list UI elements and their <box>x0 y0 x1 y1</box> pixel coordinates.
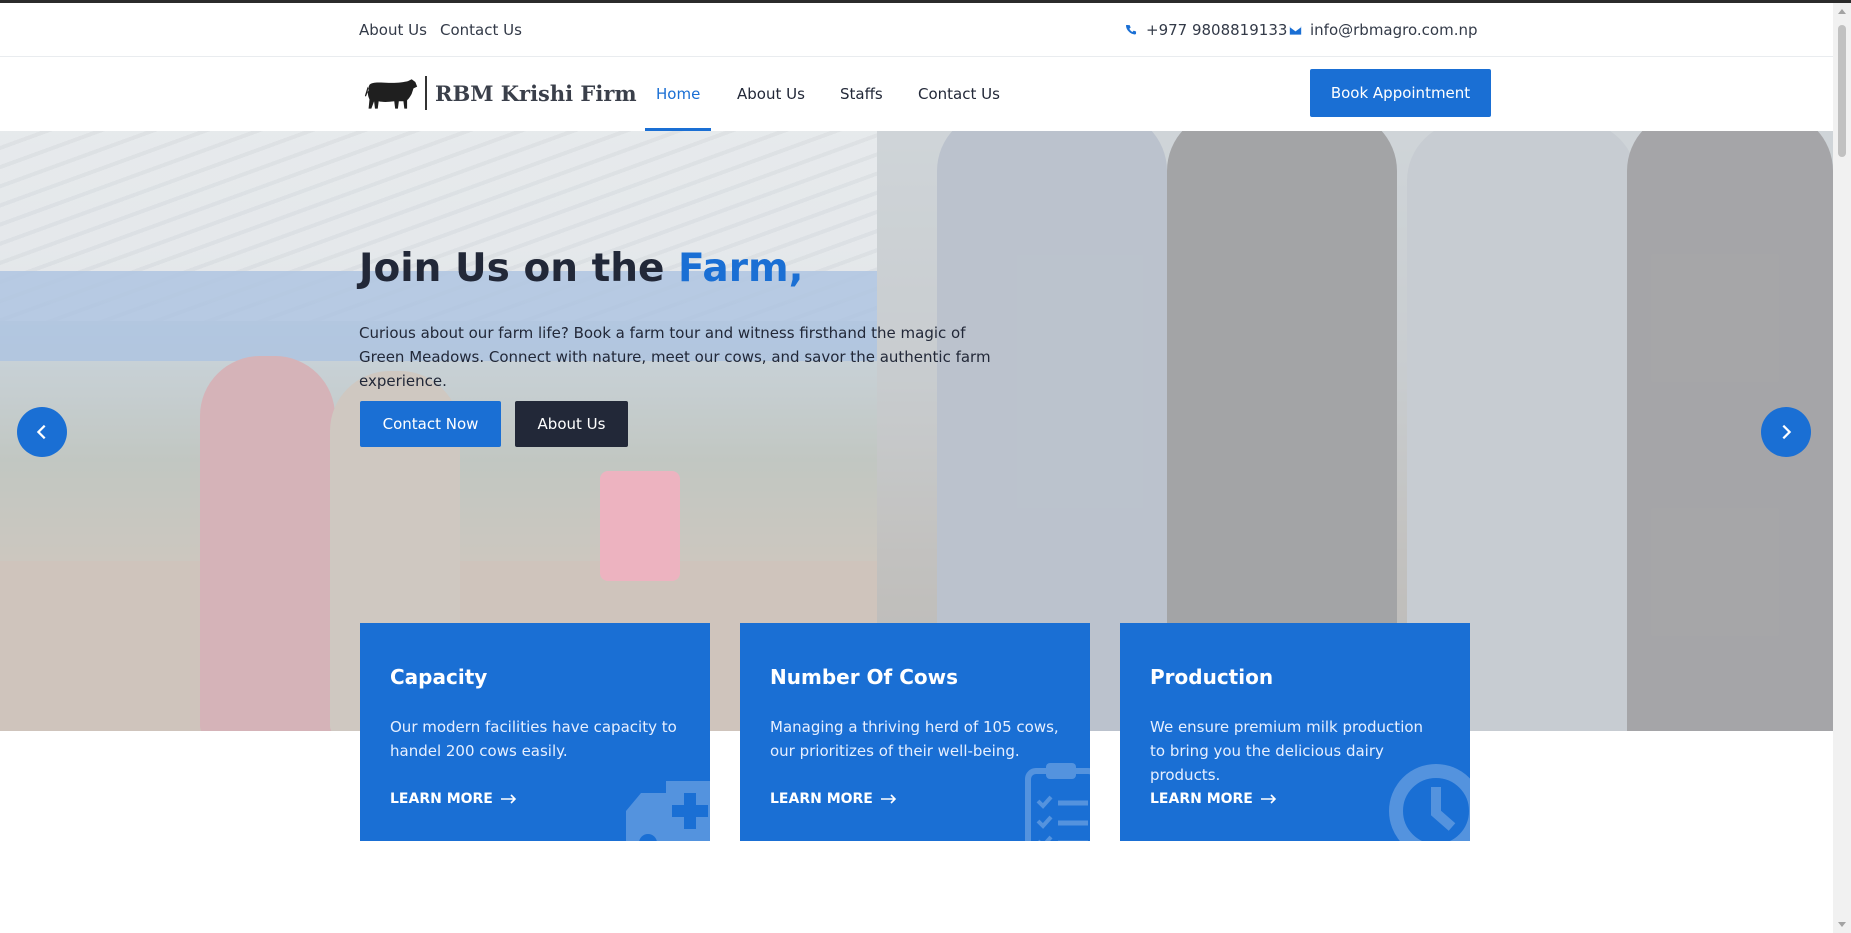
card-learn-more-link[interactable]: LEARN MORE <box>770 791 897 807</box>
carousel-prev-button[interactable] <box>17 407 67 457</box>
feature-card-capacity: Capacity Our modern facilities have capa… <box>360 623 710 841</box>
topbar-link-contact[interactable]: Contact Us <box>440 21 522 39</box>
topbar-link-about[interactable]: About Us <box>359 21 427 39</box>
clipboard-list-icon <box>1025 763 1090 841</box>
contact-now-button[interactable]: Contact Now <box>360 401 501 447</box>
arrow-right-icon <box>500 794 517 804</box>
nav-item-staffs[interactable]: Staffs <box>840 85 883 103</box>
chevron-right-icon <box>1782 424 1792 440</box>
hero-title: Join Us on the Farm, <box>359 246 803 291</box>
hero-about-button[interactable]: About Us <box>515 401 628 447</box>
brand-name: RBM Krishi Firm <box>435 80 637 106</box>
card-title: Production <box>1150 665 1274 689</box>
card-text: Managing a thriving herd of 105 cows, ou… <box>770 718 1059 760</box>
main-navbar: RBM Krishi Firm Home About Us Staffs Con… <box>0 57 1833 131</box>
learn-more-label: LEARN MORE <box>390 791 493 807</box>
scroll-up-arrow[interactable] <box>1838 9 1846 14</box>
scroll-down-arrow[interactable] <box>1838 922 1846 927</box>
logo-divider <box>425 76 427 110</box>
top-bar: About Us Contact Us +977 9808819133 info… <box>0 3 1833 57</box>
arrow-right-icon <box>1260 794 1277 804</box>
book-appointment-button[interactable]: Book Appointment <box>1310 69 1491 117</box>
learn-more-label: LEARN MORE <box>1150 791 1253 807</box>
hero-title-main: Join Us on the <box>359 246 665 291</box>
hero-description: Curious about our farm life? Book a farm… <box>359 324 991 390</box>
cow-icon <box>364 79 418 109</box>
card-learn-more-link[interactable]: LEARN MORE <box>1150 791 1277 807</box>
page-scrollbar[interactable] <box>1833 3 1851 933</box>
nav-item-about[interactable]: About Us <box>737 85 805 103</box>
topbar-phone[interactable]: +977 9808819133 <box>1125 21 1287 39</box>
phone-icon <box>1125 24 1137 34</box>
card-title: Number Of Cows <box>770 665 958 689</box>
nav-item-home[interactable]: Home <box>656 85 700 103</box>
brand-logo[interactable]: RBM Krishi Firm <box>364 75 637 111</box>
ambulance-icon <box>626 781 710 841</box>
nav-item-contact[interactable]: Contact Us <box>918 85 1000 103</box>
carousel-next-button[interactable] <box>1761 407 1811 457</box>
phone-number: +977 9808819133 <box>1146 21 1288 39</box>
scrollbar-thumb[interactable] <box>1838 25 1846 157</box>
email-address: info@rbmagro.com.np <box>1310 21 1478 39</box>
arrow-right-icon <box>880 794 897 804</box>
hero-title-accent: Farm, <box>678 246 804 291</box>
learn-more-label: LEARN MORE <box>770 791 873 807</box>
topbar-email[interactable]: info@rbmagro.com.np <box>1289 21 1478 39</box>
feature-card-cows: Number Of Cows Managing a thriving herd … <box>740 623 1090 841</box>
card-title: Capacity <box>390 665 488 689</box>
clock-icon <box>1389 764 1470 841</box>
card-text: Our modern facilities have capacity to h… <box>390 718 677 760</box>
envelope-icon <box>1289 25 1302 35</box>
chevron-left-icon <box>36 424 46 440</box>
card-learn-more-link[interactable]: LEARN MORE <box>390 791 517 807</box>
feature-card-production: Production We ensure premium milk produc… <box>1120 623 1470 841</box>
